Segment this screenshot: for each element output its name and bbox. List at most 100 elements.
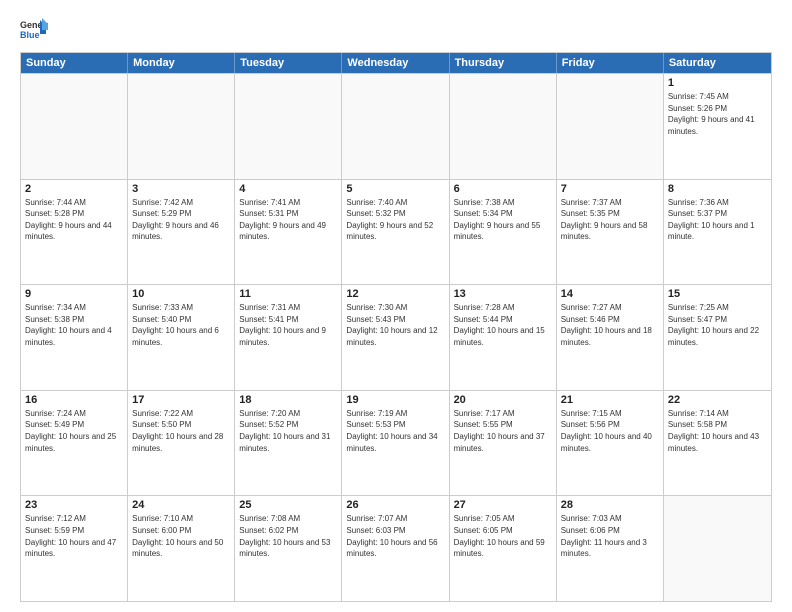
cell-day-info: Sunrise: 7:38 AM Sunset: 5:34 PM Dayligh… (454, 197, 552, 243)
calendar-cell (450, 74, 557, 179)
weekday-header-monday: Monday (128, 53, 235, 73)
cell-day-info: Sunrise: 7:25 AM Sunset: 5:47 PM Dayligh… (668, 302, 767, 348)
cell-day-info: Sunrise: 7:08 AM Sunset: 6:02 PM Dayligh… (239, 513, 337, 559)
cell-day-info: Sunrise: 7:44 AM Sunset: 5:28 PM Dayligh… (25, 197, 123, 243)
calendar-cell: 9 Sunrise: 7:34 AM Sunset: 5:38 PM Daylig… (21, 285, 128, 390)
cell-day-info: Sunrise: 7:12 AM Sunset: 5:59 PM Dayligh… (25, 513, 123, 559)
cell-day-number: 23 (25, 499, 123, 511)
calendar-cell: 6 Sunrise: 7:38 AM Sunset: 5:34 PM Daylig… (450, 180, 557, 285)
calendar-row-1: 2Sunrise: 7:44 AM Sunset: 5:28 PM Daylig… (21, 179, 771, 285)
cell-day-number: 7 (561, 183, 659, 195)
cell-day-info: Sunrise: 7:15 AM Sunset: 5:56 PM Dayligh… (561, 408, 659, 454)
cell-day-number: 25 (239, 499, 337, 511)
calendar-cell: 21 Sunrise: 7:15 AM Sunset: 5:56 PM Dayli… (557, 391, 664, 496)
cell-day-number: 11 (239, 288, 337, 300)
weekday-header-friday: Friday (557, 53, 664, 73)
calendar-cell: 14 Sunrise: 7:27 AM Sunset: 5:46 PM Dayli… (557, 285, 664, 390)
calendar-cell: 22 Sunrise: 7:14 AM Sunset: 5:58 PM Dayli… (664, 391, 771, 496)
calendar-cell: 18 Sunrise: 7:20 AM Sunset: 5:52 PM Dayli… (235, 391, 342, 496)
cell-day-info: Sunrise: 7:03 AM Sunset: 6:06 PM Dayligh… (561, 513, 659, 559)
calendar-cell: 26Sunrise: 7:07 AM Sunset: 6:03 PM Dayli… (342, 496, 449, 601)
calendar-cell: 8 Sunrise: 7:36 AM Sunset: 5:37 PM Daylig… (664, 180, 771, 285)
cell-day-number: 12 (346, 288, 444, 300)
calendar-cell: 17 Sunrise: 7:22 AM Sunset: 5:50 PM Dayli… (128, 391, 235, 496)
cell-day-number: 4 (239, 183, 337, 195)
cell-day-info: Sunrise: 7:19 AM Sunset: 5:53 PM Dayligh… (346, 408, 444, 454)
calendar-cell: 25 Sunrise: 7:08 AM Sunset: 6:02 PM Dayli… (235, 496, 342, 601)
cell-day-info: Sunrise: 7:41 AM Sunset: 5:31 PM Dayligh… (239, 197, 337, 243)
calendar-row-0: 1 Sunrise: 7:45 AM Sunset: 5:26 PM Daylig… (21, 73, 771, 179)
cell-day-number: 3 (132, 183, 230, 195)
cell-day-number: 8 (668, 183, 767, 195)
cell-day-number: 9 (25, 288, 123, 300)
cell-day-info: Sunrise: 7:22 AM Sunset: 5:50 PM Dayligh… (132, 408, 230, 454)
calendar-cell: 5 Sunrise: 7:40 AM Sunset: 5:32 PM Daylig… (342, 180, 449, 285)
page-header: General Blue (20, 16, 772, 44)
cell-day-number: 20 (454, 394, 552, 406)
weekday-header-thursday: Thursday (450, 53, 557, 73)
cell-day-number: 5 (346, 183, 444, 195)
cell-day-info: Sunrise: 7:17 AM Sunset: 5:55 PM Dayligh… (454, 408, 552, 454)
cell-day-info: Sunrise: 7:24 AM Sunset: 5:49 PM Dayligh… (25, 408, 123, 454)
calendar-body: 1 Sunrise: 7:45 AM Sunset: 5:26 PM Daylig… (21, 73, 771, 601)
calendar: SundayMondayTuesdayWednesdayThursdayFrid… (20, 52, 772, 602)
calendar-cell: 16 Sunrise: 7:24 AM Sunset: 5:49 PM Dayli… (21, 391, 128, 496)
calendar-row-4: 23 Sunrise: 7:12 AM Sunset: 5:59 PM Dayli… (21, 495, 771, 601)
cell-day-info: Sunrise: 7:28 AM Sunset: 5:44 PM Dayligh… (454, 302, 552, 348)
cell-day-number: 24 (132, 499, 230, 511)
cell-day-number: 10 (132, 288, 230, 300)
calendar-cell (557, 74, 664, 179)
cell-day-number: 18 (239, 394, 337, 406)
svg-text:Blue: Blue (20, 30, 40, 40)
calendar-cell: 12 Sunrise: 7:30 AM Sunset: 5:43 PM Dayli… (342, 285, 449, 390)
calendar-cell: 28 Sunrise: 7:03 AM Sunset: 6:06 PM Dayli… (557, 496, 664, 601)
calendar-header: SundayMondayTuesdayWednesdayThursdayFrid… (21, 53, 771, 73)
cell-day-info: Sunrise: 7:05 AM Sunset: 6:05 PM Dayligh… (454, 513, 552, 559)
calendar-cell: 4 Sunrise: 7:41 AM Sunset: 5:31 PM Daylig… (235, 180, 342, 285)
calendar-cell: 23 Sunrise: 7:12 AM Sunset: 5:59 PM Dayli… (21, 496, 128, 601)
cell-day-number: 26 (346, 499, 444, 511)
calendar-cell (342, 74, 449, 179)
cell-day-number: 19 (346, 394, 444, 406)
calendar-cell (128, 74, 235, 179)
calendar-cell: 11 Sunrise: 7:31 AM Sunset: 5:41 PM Dayli… (235, 285, 342, 390)
calendar-cell (664, 496, 771, 601)
cell-day-info: Sunrise: 7:34 AM Sunset: 5:38 PM Dayligh… (25, 302, 123, 348)
calendar-cell: 24 Sunrise: 7:10 AM Sunset: 6:00 PM Dayli… (128, 496, 235, 601)
cell-day-number: 15 (668, 288, 767, 300)
cell-day-info: Sunrise: 7:45 AM Sunset: 5:26 PM Dayligh… (668, 91, 767, 137)
calendar-cell: 13Sunrise: 7:28 AM Sunset: 5:44 PM Dayli… (450, 285, 557, 390)
cell-day-number: 16 (25, 394, 123, 406)
cell-day-number: 17 (132, 394, 230, 406)
cell-day-info: Sunrise: 7:42 AM Sunset: 5:29 PM Dayligh… (132, 197, 230, 243)
cell-day-info: Sunrise: 7:31 AM Sunset: 5:41 PM Dayligh… (239, 302, 337, 348)
calendar-cell: 20 Sunrise: 7:17 AM Sunset: 5:55 PM Dayli… (450, 391, 557, 496)
cell-day-number: 21 (561, 394, 659, 406)
cell-day-info: Sunrise: 7:37 AM Sunset: 5:35 PM Dayligh… (561, 197, 659, 243)
cell-day-number: 6 (454, 183, 552, 195)
calendar-cell: 1 Sunrise: 7:45 AM Sunset: 5:26 PM Daylig… (664, 74, 771, 179)
weekday-header-tuesday: Tuesday (235, 53, 342, 73)
cell-day-info: Sunrise: 7:40 AM Sunset: 5:32 PM Dayligh… (346, 197, 444, 243)
cell-day-info: Sunrise: 7:30 AM Sunset: 5:43 PM Dayligh… (346, 302, 444, 348)
cell-day-number: 14 (561, 288, 659, 300)
cell-day-number: 22 (668, 394, 767, 406)
calendar-row-3: 16 Sunrise: 7:24 AM Sunset: 5:49 PM Dayli… (21, 390, 771, 496)
weekday-header-saturday: Saturday (664, 53, 771, 73)
calendar-cell (235, 74, 342, 179)
cell-day-number: 27 (454, 499, 552, 511)
cell-day-info: Sunrise: 7:20 AM Sunset: 5:52 PM Dayligh… (239, 408, 337, 454)
cell-day-number: 1 (668, 77, 767, 89)
cell-day-number: 28 (561, 499, 659, 511)
logo: General Blue (20, 16, 48, 44)
calendar-cell: 2Sunrise: 7:44 AM Sunset: 5:28 PM Daylig… (21, 180, 128, 285)
cell-day-info: Sunrise: 7:27 AM Sunset: 5:46 PM Dayligh… (561, 302, 659, 348)
weekday-header-sunday: Sunday (21, 53, 128, 73)
cell-day-info: Sunrise: 7:14 AM Sunset: 5:58 PM Dayligh… (668, 408, 767, 454)
cell-day-info: Sunrise: 7:36 AM Sunset: 5:37 PM Dayligh… (668, 197, 767, 243)
cell-day-info: Sunrise: 7:10 AM Sunset: 6:00 PM Dayligh… (132, 513, 230, 559)
weekday-header-wednesday: Wednesday (342, 53, 449, 73)
calendar-row-2: 9 Sunrise: 7:34 AM Sunset: 5:38 PM Daylig… (21, 284, 771, 390)
calendar-cell: 7 Sunrise: 7:37 AM Sunset: 5:35 PM Daylig… (557, 180, 664, 285)
calendar-cell: 27 Sunrise: 7:05 AM Sunset: 6:05 PM Dayli… (450, 496, 557, 601)
